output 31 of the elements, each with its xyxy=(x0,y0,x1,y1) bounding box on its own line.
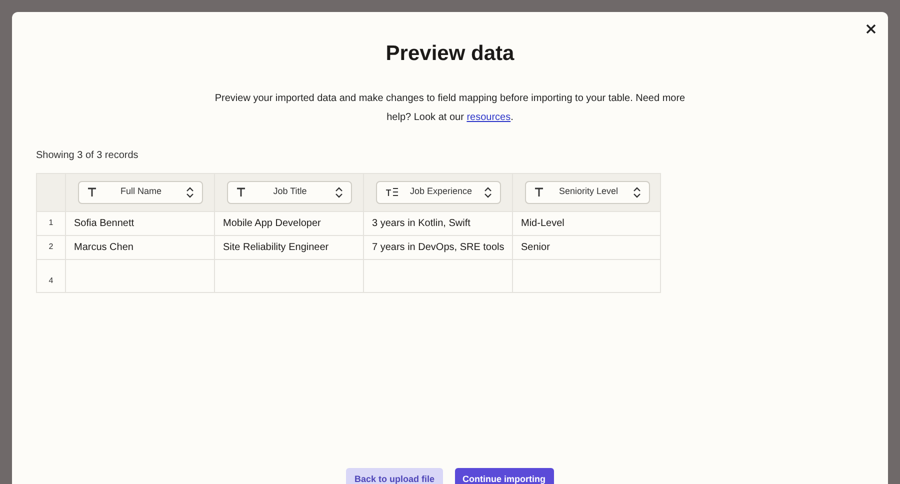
table-cell: Mobile App Developer xyxy=(215,212,364,234)
field-mapping-select[interactable]: Seniority Level xyxy=(525,180,650,204)
back-button[interactable]: Back to upload file xyxy=(346,468,442,484)
table-cell: 3 years in Kotlin, Swift xyxy=(364,212,513,234)
field-mapping-select[interactable]: Job Experience xyxy=(376,180,500,204)
table-cell: 7 years in DevOps, SRE tools xyxy=(364,236,513,258)
text-type-icon xyxy=(86,187,96,197)
table-cell-text: Mid-Level xyxy=(520,216,566,230)
continue-button[interactable]: Continue importing xyxy=(454,468,554,484)
table-cell: Marcus Chen xyxy=(66,236,215,258)
close-icon xyxy=(866,24,876,34)
close-button[interactable] xyxy=(864,22,878,36)
sort-chevrons-icon xyxy=(633,186,641,198)
table-cell: Site Reliability Engineer xyxy=(215,236,364,258)
sort-chevrons-icon xyxy=(186,186,194,198)
dialog-description: Preview your imported data and make changes to field mapping before importing to your table. Need more help? Look at our resources. xyxy=(214,92,686,124)
row-number: 2 xyxy=(48,241,54,253)
text-type-icon xyxy=(236,187,246,197)
table-cell-text: Senior xyxy=(520,240,551,254)
row-number: 1 xyxy=(48,217,54,229)
text-type-icon xyxy=(534,187,544,197)
dialog-title: Preview data xyxy=(386,41,514,67)
field-mapping-select[interactable]: Full Name xyxy=(78,180,202,204)
row-number: 4 xyxy=(48,274,54,286)
resources-link[interactable]: resources xyxy=(466,112,511,122)
table-cell: Sofia Bennett xyxy=(66,212,215,234)
long-text-type-icon xyxy=(384,187,398,197)
record-count: Showing 3 of 3 records xyxy=(36,148,140,162)
sort-chevrons-icon xyxy=(484,186,492,198)
sort-chevrons-icon xyxy=(334,186,342,198)
field-mapping-select[interactable]: Job Title xyxy=(226,180,352,204)
